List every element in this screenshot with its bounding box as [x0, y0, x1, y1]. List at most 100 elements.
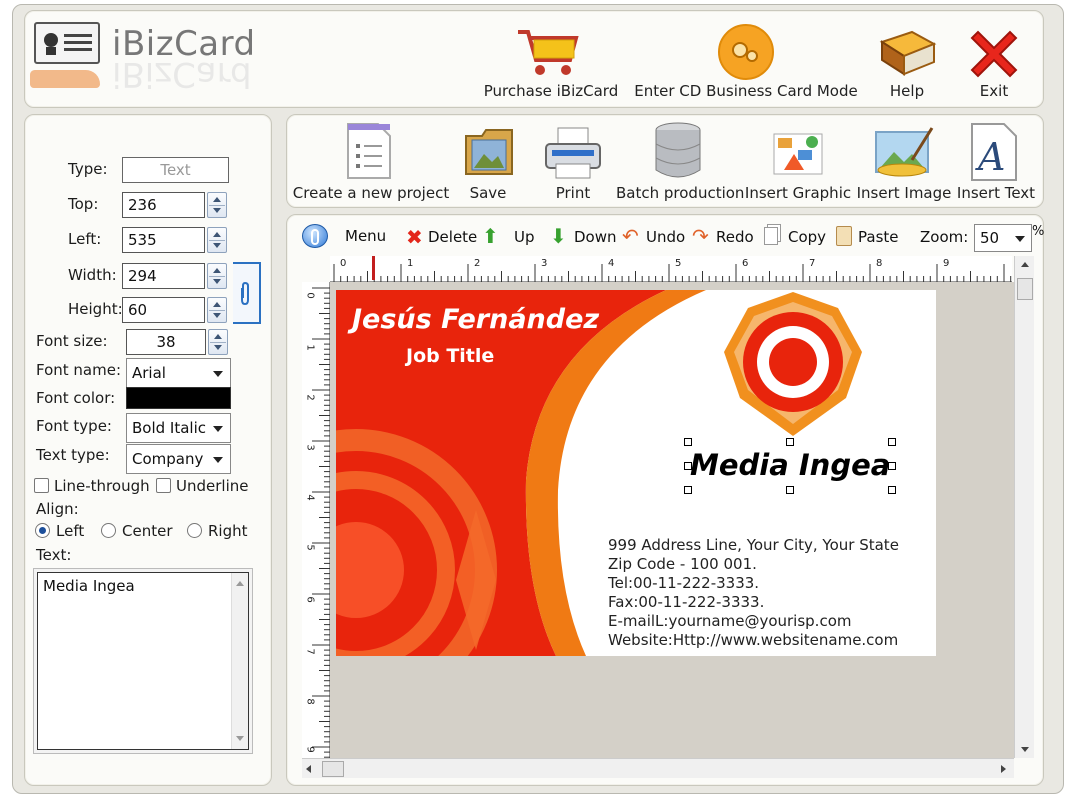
- ruler-h-label: 0: [340, 258, 347, 269]
- menu-button[interactable]: Menu: [300, 222, 392, 250]
- undo-button[interactable]: ↶ Undo: [622, 224, 690, 250]
- underline-checkbox[interactable]: [156, 478, 171, 493]
- up-label: Up: [514, 228, 535, 246]
- resize-handle[interactable]: [888, 462, 896, 470]
- top-input[interactable]: 236: [122, 192, 205, 218]
- print-button[interactable]: Print: [536, 120, 610, 204]
- insert-graphic-button[interactable]: Insert Graphic: [744, 120, 852, 204]
- card-company-selection[interactable]: Media Ingea: [684, 438, 896, 494]
- card-website[interactable]: Website:Http://www.websitename.com: [608, 631, 898, 649]
- down-button[interactable]: ⬇ Down: [548, 224, 618, 250]
- cd-gear-icon: [718, 24, 774, 80]
- font-size-input[interactable]: 38: [126, 329, 206, 355]
- text-area-value: Media Ingea: [43, 577, 135, 595]
- batch-production-button[interactable]: Batch production: [616, 120, 744, 204]
- linethrough-checkbox[interactable]: [34, 478, 49, 493]
- text-type-select[interactable]: Company: [126, 444, 231, 474]
- undo-label: Undo: [646, 228, 686, 246]
- insert-image-button[interactable]: Insert Image: [854, 120, 954, 204]
- delete-button[interactable]: ✖ Delete: [404, 224, 480, 250]
- ruler-h-label: 6: [742, 258, 749, 269]
- book-icon: [879, 30, 937, 76]
- resize-handle[interactable]: [888, 438, 896, 446]
- zoom-label: Zoom:: [920, 228, 969, 246]
- text-font-icon: A: [971, 123, 1017, 181]
- database-icon: [655, 122, 701, 178]
- scroll-thumb[interactable]: [322, 761, 344, 777]
- ruler-v-label: 6: [304, 596, 316, 603]
- paste-button[interactable]: Paste: [834, 224, 906, 250]
- save-folder-icon: [465, 129, 513, 175]
- resize-handle[interactable]: [888, 486, 896, 494]
- text-area[interactable]: Media Ingea: [37, 572, 249, 750]
- width-stepper[interactable]: [207, 263, 227, 289]
- top-stepper[interactable]: [207, 192, 227, 218]
- align-center-radio[interactable]: [101, 523, 116, 538]
- resize-handle[interactable]: [684, 486, 692, 494]
- hand-icon: [30, 70, 100, 88]
- exit-button[interactable]: Exit: [956, 22, 1032, 102]
- canvas-vertical-scrollbar[interactable]: [1014, 256, 1034, 758]
- left-input[interactable]: 535: [122, 227, 205, 253]
- cd-mode-button[interactable]: Enter CD Business Card Mode: [630, 22, 862, 102]
- menu-globe-icon: [302, 224, 328, 248]
- ruler-h-label: 8: [876, 258, 883, 269]
- aspect-lock-toggle[interactable]: [233, 262, 261, 324]
- left-stepper[interactable]: [207, 227, 227, 253]
- card-fax[interactable]: Fax:00-11-222-3333.: [608, 593, 764, 611]
- card-company[interactable]: Media Ingea: [690, 448, 890, 482]
- help-button[interactable]: Help: [870, 22, 944, 102]
- ruler-v-label: 0: [304, 292, 316, 299]
- font-color-swatch[interactable]: [126, 387, 231, 409]
- ruler-v-label: 2: [304, 394, 316, 401]
- align-left-radio[interactable]: [35, 523, 50, 538]
- horizontal-ruler-labels: 0 1 2 3 4 5 6 7 8 9: [330, 256, 1012, 282]
- business-card[interactable]: Jesús Fernández Job Title Media Ingea 99…: [336, 290, 936, 656]
- scroll-down-icon[interactable]: [1021, 747, 1029, 752]
- scroll-down-icon[interactable]: [236, 736, 244, 741]
- card-address[interactable]: 999 Address Line, Your City, Your State: [608, 536, 899, 554]
- scroll-thumb[interactable]: [1017, 278, 1033, 300]
- text-area-scrollbar[interactable]: [231, 573, 248, 749]
- font-type-select[interactable]: Bold Italic: [126, 413, 231, 443]
- redo-label: Redo: [716, 228, 754, 246]
- card-name[interactable]: Jesús Fernández: [352, 304, 599, 335]
- resize-handle[interactable]: [684, 438, 692, 446]
- copy-button[interactable]: Copy: [762, 224, 832, 250]
- scroll-up-icon[interactable]: [1021, 262, 1029, 267]
- scroll-left-icon[interactable]: [306, 765, 311, 773]
- width-input[interactable]: 294: [122, 263, 205, 289]
- height-stepper[interactable]: [207, 297, 227, 323]
- insert-image-label: Insert Image: [856, 184, 952, 202]
- purchase-label: Purchase iBizCard: [483, 82, 619, 100]
- resize-handle[interactable]: [684, 462, 692, 470]
- canvas-horizontal-scrollbar[interactable]: [302, 758, 1014, 778]
- insert-text-button[interactable]: A Insert Text: [954, 120, 1038, 204]
- card-tel[interactable]: Tel:00-11-222-3333.: [608, 574, 759, 592]
- card-email[interactable]: E-mailL:yourname@yourisp.com: [608, 612, 851, 630]
- up-button[interactable]: ⬆ Up: [480, 224, 540, 250]
- align-right-radio[interactable]: [187, 523, 202, 538]
- card-job-title[interactable]: Job Title: [406, 345, 494, 367]
- purchase-button[interactable]: Purchase iBizCard: [480, 22, 622, 102]
- new-project-button[interactable]: Create a new project: [292, 120, 450, 204]
- ruler-v-label: 4: [304, 494, 316, 501]
- chevron-down-icon: [213, 457, 223, 463]
- height-input[interactable]: 60: [122, 297, 205, 323]
- chevron-down-icon: [1015, 236, 1025, 242]
- chevron-down-icon: [213, 371, 223, 377]
- card-zip[interactable]: Zip Code - 100 001.: [608, 555, 757, 573]
- scroll-up-icon[interactable]: [236, 581, 244, 586]
- save-button[interactable]: Save: [456, 120, 520, 204]
- text-type-label: Text type:: [36, 446, 110, 464]
- redo-button[interactable]: ↷ Redo: [692, 224, 760, 250]
- font-size-stepper[interactable]: [208, 329, 228, 355]
- font-name-select[interactable]: Arial: [126, 358, 231, 388]
- resize-handle[interactable]: [786, 438, 794, 446]
- zoom-select[interactable]: 50: [974, 224, 1032, 252]
- font-color-label: Font color:: [36, 389, 116, 407]
- exit-label: Exit: [979, 82, 1009, 100]
- resize-handle[interactable]: [786, 486, 794, 494]
- ruler-v-label: 3: [304, 444, 316, 451]
- scroll-right-icon[interactable]: [1001, 765, 1006, 773]
